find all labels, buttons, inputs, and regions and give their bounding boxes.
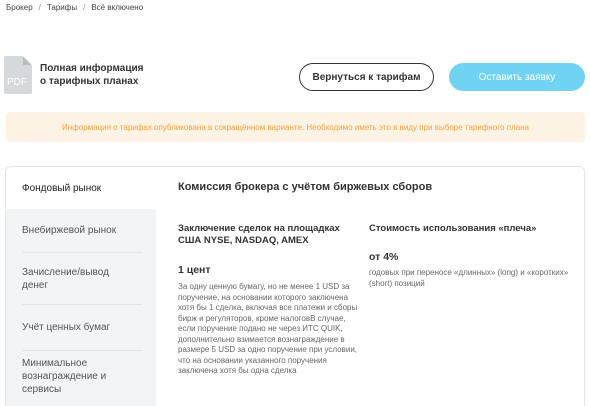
us-exchanges-heading: Заключение сделок на площадках США NYSE,… bbox=[178, 223, 340, 246]
us-exchanges-block: Заключение сделок на площадках США NYSE,… bbox=[178, 223, 358, 377]
leverage-description: годовых при переносе «длинных» (long) и … bbox=[369, 268, 569, 288]
notice-text: Информация о тарифах опубликована в сокр… bbox=[61, 122, 530, 132]
sidebar-item-stock-market[interactable]: Фондовый рынок bbox=[6, 167, 156, 209]
sidebar-item-deposit-withdrawal[interactable]: Зачисление/вывод денег bbox=[6, 253, 156, 304]
breadcrumb-item-current: Всё включено bbox=[91, 3, 144, 12]
us-exchanges-description: За одну ценную бумагу, но не менее 1 USD… bbox=[178, 282, 358, 375]
info-notice: Информация о тарифах опубликована в сокр… bbox=[6, 112, 585, 142]
breadcrumb-separator: / bbox=[83, 3, 86, 12]
sidebar-item-minimum-fee[interactable]: Минимальное вознаграждение и сервисы bbox=[6, 357, 156, 406]
content-title: Комиссия брокера с учётом биржевых сборо… bbox=[178, 181, 433, 193]
breadcrumb-separator: / bbox=[38, 3, 41, 12]
leverage-rate: от 4% bbox=[369, 251, 399, 263]
pdf-download[interactable]: PDF Полная информация о тарифных планах bbox=[4, 56, 150, 94]
pdf-file-icon[interactable]: PDF bbox=[4, 56, 32, 94]
pdf-icon-label: PDF bbox=[7, 77, 27, 88]
sidebar-item-label: Фондовый рынок bbox=[22, 182, 102, 194]
leverage-heading: Стоимость использования «плеча» bbox=[369, 223, 537, 234]
submit-application-button[interactable]: Оставить заявку bbox=[449, 63, 585, 91]
sidebar-divider bbox=[22, 350, 142, 351]
tariff-panel: Фондовый рынок Внебиржевой рынок Зачисле… bbox=[5, 166, 585, 406]
pdf-title[interactable]: Полная информация о тарифных планах bbox=[40, 62, 150, 88]
sidebar-item-otc-market[interactable]: Внебиржевой рынок bbox=[6, 209, 156, 252]
breadcrumb-item-tariffs[interactable]: Тарифы bbox=[47, 3, 77, 12]
leverage-block: Стоимость использования «плеча» от 4% го… bbox=[369, 223, 569, 289]
sidebar: Фондовый рынок Внебиржевой рынок Зачисле… bbox=[6, 167, 156, 406]
breadcrumb: Брокер / Тарифы / Всё включено bbox=[6, 3, 143, 12]
back-to-tariffs-button[interactable]: Вернуться к тарифам bbox=[299, 63, 434, 91]
sidebar-item-securities-accounting[interactable]: Учёт ценных бумаг bbox=[6, 305, 156, 350]
tariff-content: Комиссия брокера с учётом биржевых сборо… bbox=[156, 167, 584, 406]
sidebar-item-label: Внебиржевой рынок bbox=[22, 225, 117, 236]
sidebar-item-label: Учёт ценных бумаг bbox=[22, 322, 111, 333]
sidebar-item-label: Минимальное вознаграждение и сервисы bbox=[22, 358, 107, 395]
sidebar-item-label: Зачисление/вывод денег bbox=[22, 266, 109, 291]
us-exchanges-fee: 1 цент bbox=[178, 264, 211, 276]
breadcrumb-item-broker[interactable]: Брокер bbox=[6, 3, 33, 12]
